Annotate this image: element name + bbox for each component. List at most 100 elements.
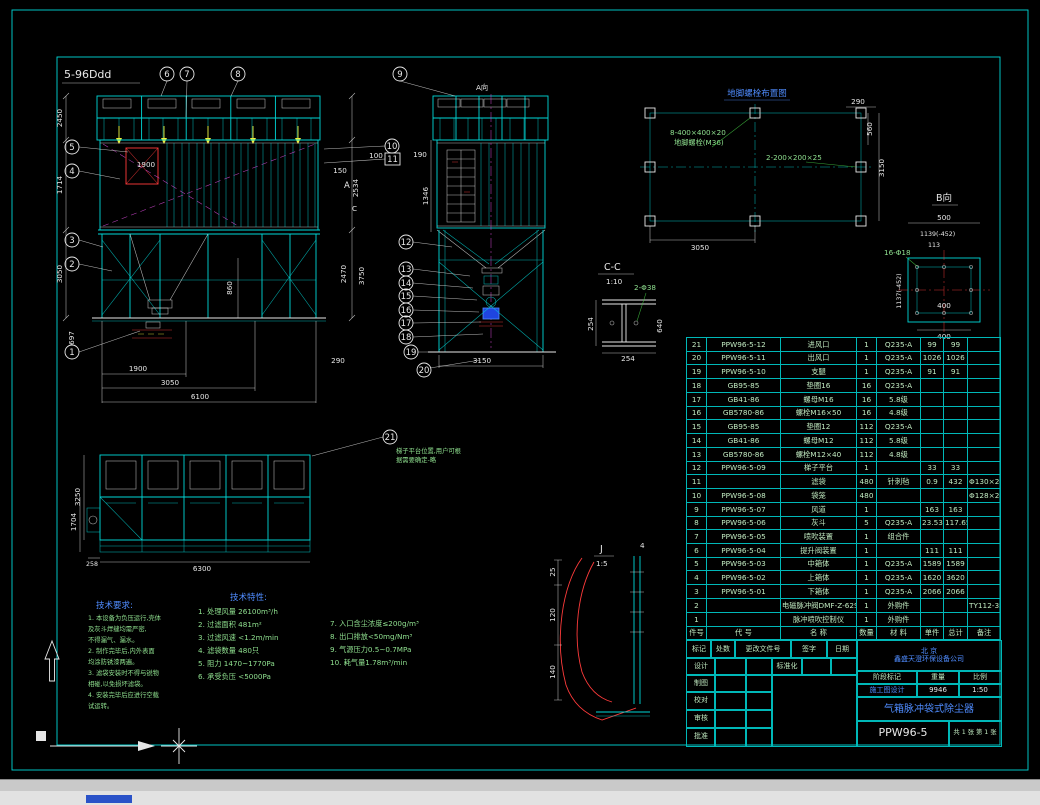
bom-cell: 12 xyxy=(686,460,707,476)
bom-cell: 螺栓M12×40 xyxy=(780,446,857,462)
balloon-2: 2 xyxy=(64,256,80,272)
dim-text: 400 xyxy=(937,301,951,310)
bom-row: 19 PPW96-5-10 支腿 1 Q235-A 91 91 xyxy=(686,364,1001,380)
dim-text: 1714 xyxy=(55,175,64,194)
bom-cell: 中箱体 xyxy=(780,556,857,572)
bom-cell: 99 xyxy=(943,337,968,352)
dim-text: 1900 xyxy=(129,364,148,373)
dim-text: 190 xyxy=(413,150,427,159)
bom-cell: PPW96-5-03 xyxy=(706,556,781,572)
bom-cell: 1 xyxy=(856,460,877,476)
tech-spec-line: 3. 过滤风速 <1.2m/min xyxy=(198,633,279,642)
bom-cell xyxy=(920,391,944,407)
bom-cell: 1589 xyxy=(920,556,944,572)
bom-cell: PPW96-5-04 xyxy=(706,543,781,558)
bom-cell: Q235-A xyxy=(876,337,921,352)
bom-cell: 21 xyxy=(686,337,707,352)
taskbar-button[interactable] xyxy=(86,795,132,803)
cc-scale: 1:10 xyxy=(606,277,623,286)
bom-cell: GB5780-86 xyxy=(706,446,781,462)
bom-cell: 1 xyxy=(686,611,707,627)
discharge-detail xyxy=(132,321,172,339)
taskbar-strip xyxy=(0,791,1040,805)
crosshair-cursor[interactable] xyxy=(161,728,197,764)
bom-cell: 432 xyxy=(943,474,968,490)
company-line-2: 鑫盛天澄环保设备公司 xyxy=(894,655,964,663)
bom-row: 5 PPW96-5-03 中箱体 1 Q235-A 1589 1589 xyxy=(686,556,1001,572)
bom-cell: GB5780-86 xyxy=(706,405,781,421)
dim-text: 290 xyxy=(331,356,345,365)
bom-cell: 针刺毡 xyxy=(876,474,921,490)
bom-cell xyxy=(920,419,944,435)
tech-req-line: 4. 安装完毕后应进行空载 xyxy=(88,690,160,699)
dim-text: 113 xyxy=(928,242,940,249)
bom-cell xyxy=(967,446,1001,462)
bom-header-cell: 材 料 xyxy=(876,625,921,641)
tech-req-line: 及灰斗焊缝均需严密, xyxy=(88,624,147,633)
bom-cell xyxy=(943,378,968,393)
sign-field xyxy=(745,727,773,747)
dim-text: 3750 xyxy=(357,266,366,285)
cad-viewport[interactable]: 5-96Ddd 1900 3050 6100 2450 1714 3050 69… xyxy=(0,0,1040,805)
bom-table: 21 PPW96-5-12 进风口 1 Q235-A 99 99 20 PPW96-5-11 出风… xyxy=(686,337,1001,641)
bom-cell: 112 xyxy=(856,419,877,435)
bom-row: 3 PPW96-5-01 下箱体 1 Q235-A 2066 2066 xyxy=(686,584,1001,599)
bom-cell: 2066 xyxy=(943,584,968,599)
dim-text: 3150 xyxy=(877,158,886,177)
bom-cell xyxy=(876,460,921,476)
foundation-plan: 地脚螺栓布置图 8-400×400×20 地脚螺栓(M36) 2-200×200… xyxy=(640,88,886,252)
bom-cell: Q235-A xyxy=(876,419,921,435)
tech-req-line: 3. 滤袋安装时不得与锐物 xyxy=(88,668,159,677)
view-label-a: A向 xyxy=(476,83,488,92)
bom-cell: 3 xyxy=(686,584,707,599)
bom-cell xyxy=(943,433,968,448)
bom-cell: 4.8级 xyxy=(876,446,921,462)
foundation-note-2: 2-200×200×25 xyxy=(766,153,822,162)
bom-cell: 滤袋 xyxy=(780,474,857,490)
bom-cell: 3620 xyxy=(943,570,968,586)
bom-cell xyxy=(967,350,1001,366)
bom-cell xyxy=(920,446,944,462)
bom-cell xyxy=(967,337,1001,352)
bom-header-row: 件号代 号名 称数量材 料单件 总计 备注 xyxy=(686,625,1001,641)
bom-cell: 4 xyxy=(686,570,707,586)
dim-text: 120 xyxy=(548,608,557,622)
balloons: 1 2 3 4 5 6 7 8 9 10 11 12 13 14 15 16 1… xyxy=(64,66,484,457)
bom-cell: 1 xyxy=(856,584,877,599)
svg-text:13: 13 xyxy=(401,265,412,275)
bag-cage-detail xyxy=(446,149,476,223)
bom-cell: 1 xyxy=(856,364,877,380)
bom-cell: PPW96-5-07 xyxy=(706,501,781,517)
bom-cell xyxy=(920,405,944,421)
product-name: 气箱脉冲袋式除尘器 xyxy=(856,696,1002,722)
bom-cell xyxy=(967,556,1001,572)
bom-cell xyxy=(943,529,968,545)
tech-req-line: 2. 制作完毕后,内外表面 xyxy=(88,646,155,655)
bom-cell xyxy=(967,543,1001,558)
bom-row: 9 PPW96-5-07 风道 1 163 163 xyxy=(686,501,1001,517)
bom-body: 21 PPW96-5-12 进风口 1 Q235-A 99 99 20 PPW96-5-11 出风… xyxy=(686,337,1001,627)
bom-cell: GB41-86 xyxy=(706,391,781,407)
bom-cell: 上箱体 xyxy=(780,570,857,586)
bom-cell xyxy=(706,597,781,613)
svg-text:9: 9 xyxy=(397,70,402,80)
bom-cell: 2066 xyxy=(920,584,944,599)
j-tag: 4 xyxy=(640,541,645,550)
dim-text: 560 xyxy=(865,122,874,136)
bom-cell: 螺母M12 xyxy=(780,433,857,448)
bom-cell: 1026 xyxy=(943,350,968,366)
svg-text:5: 5 xyxy=(69,143,74,153)
tech-req-line: 不得漏气、漏水。 xyxy=(88,635,138,644)
bom-cell: 5 xyxy=(856,515,877,531)
bom-cell xyxy=(706,611,781,627)
tech-spec-line: 4. 滤袋数量 480只 xyxy=(198,646,259,655)
b-view-detail: B向 500 1139(-452) 113 16-Φ18 1137(-452) … xyxy=(884,192,990,341)
bom-cell: 螺母M16 xyxy=(780,391,857,407)
tech-spec-line: 1. 处理风量 26100m³/h xyxy=(198,607,278,616)
svg-text:11: 11 xyxy=(387,155,398,165)
bom-row: 20 PPW96-5-11 出风口 1 Q235-A 1026 1026 xyxy=(686,350,1001,366)
dim-text: 2-Φ38 xyxy=(634,283,656,292)
plan-note-2: 据需要确定-略 xyxy=(396,455,437,464)
bom-cell: Q235-A xyxy=(876,570,921,586)
sign-field xyxy=(714,691,747,711)
